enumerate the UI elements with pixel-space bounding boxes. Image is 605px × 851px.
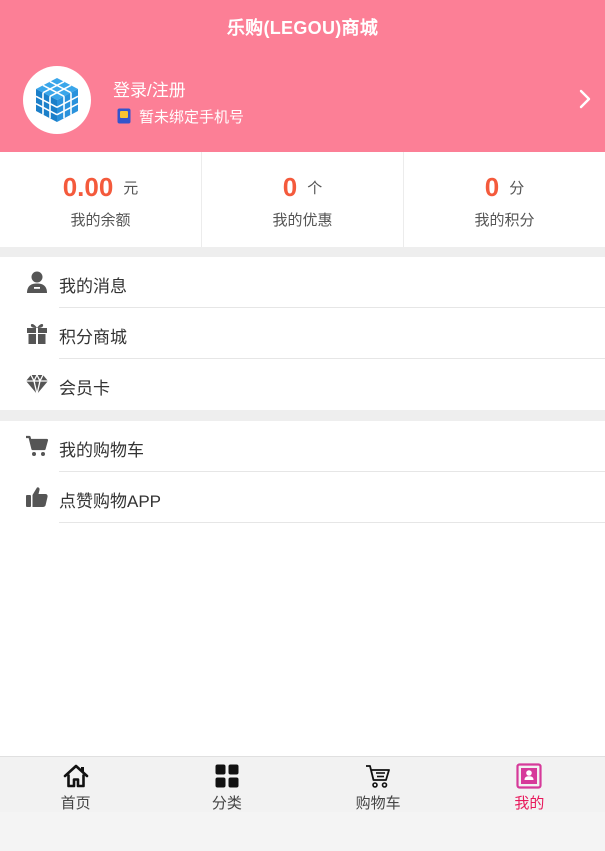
menu-item-points-mall[interactable]: 积分商城 [0, 308, 605, 359]
points-label: 我的积分 [474, 212, 535, 229]
home-icon [63, 764, 88, 788]
gift-icon [27, 323, 47, 344]
cube-logo-icon [35, 78, 79, 122]
coupons-value: 0 [282, 172, 298, 202]
balance-value: 0.00 [62, 172, 114, 202]
menu-item-like-app[interactable]: 点赞购物APP [0, 472, 605, 523]
app-screen: 乐购(LEGOU)商城 登录/注册 暂未绑定手机号 0.00 元 我的余额 0 … [0, 0, 605, 812]
menu-label-like-app: 点赞购物APP [59, 492, 162, 511]
title-bar: 乐购(LEGOU)商城 [0, 0, 605, 52]
tab-category[interactable]: 分类 [151, 757, 302, 812]
menu-separator [59, 522, 605, 523]
account-stats: 0.00 元 我的余额 0个 我的优惠 0分 我的积分 [0, 152, 605, 247]
tab-label-category: 分类 [211, 795, 242, 812]
bottom-tab-bar: 首页 分类 购物车 我的 [0, 756, 605, 812]
menu-label-member-card: 会员卡 [59, 379, 110, 398]
phone-status-text: 暂未绑定手机号 [139, 108, 245, 126]
thumbs-up-icon [26, 487, 48, 507]
coupons-label: 我的优惠 [272, 212, 333, 229]
user-icon [27, 271, 47, 293]
menu-label-messages: 我的消息 [59, 277, 127, 296]
chevron-right-icon[interactable] [574, 88, 596, 110]
menu-label-shopping-cart: 我的购物车 [59, 441, 144, 460]
menu-item-messages[interactable]: 我的消息 [0, 257, 605, 308]
menu-item-member-card[interactable]: 会员卡 [0, 359, 605, 410]
stat-points[interactable]: 0分 我的积分 [403, 152, 605, 247]
tab-label-home: 首页 [60, 795, 91, 812]
login-register-link[interactable]: 登录/注册 [113, 76, 186, 101]
system-bottom-area [0, 812, 605, 851]
coupons-unit: 个 [307, 180, 323, 197]
menu-group-1: 我的消息 积分商城 会员卡 [0, 257, 605, 410]
points-value: 0 [484, 172, 500, 202]
profile-header: 乐购(LEGOU)商城 登录/注册 暂未绑定手机号 [0, 0, 605, 152]
tab-home[interactable]: 首页 [0, 757, 151, 812]
stat-balance[interactable]: 0.00 元 我的余额 [0, 152, 201, 247]
avatar[interactable] [23, 66, 91, 134]
grid-icon [215, 764, 239, 788]
profile-icon [516, 763, 542, 789]
tab-mine[interactable]: 我的 [454, 757, 605, 812]
tab-cart[interactable]: 购物车 [303, 757, 454, 812]
menu-item-shopping-cart[interactable]: 我的购物车 [0, 421, 605, 472]
balance-label: 我的余额 [70, 212, 131, 229]
page-title: 乐购(LEGOU)商城 [226, 18, 379, 38]
section-divider [0, 247, 605, 257]
menu-group-2: 我的购物车 点赞购物APP [0, 421, 605, 523]
menu-label-points-mall: 积分商城 [59, 328, 127, 347]
stat-coupons[interactable]: 0个 我的优惠 [201, 152, 403, 247]
cart-outline-icon [366, 765, 391, 788]
tab-label-cart: 购物车 [355, 795, 401, 812]
tab-label-mine: 我的 [514, 795, 545, 812]
cart-icon [26, 435, 49, 456]
phone-binding-status[interactable]: 暂未绑定手机号 [117, 106, 244, 126]
balance-unit: 元 [123, 180, 139, 197]
diamond-icon [26, 373, 48, 395]
phone-card-icon [117, 108, 131, 124]
points-unit: 分 [509, 180, 525, 197]
